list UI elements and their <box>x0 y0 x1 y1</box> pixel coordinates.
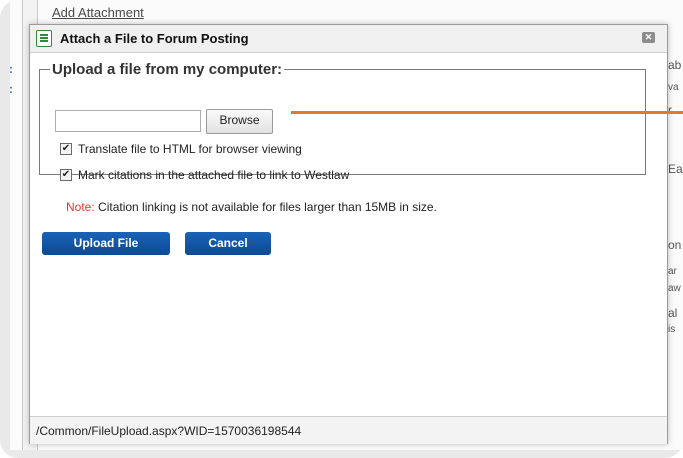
document-icon <box>36 30 52 47</box>
translate-html-label: Translate file to HTML for browser viewi… <box>78 141 302 156</box>
background-fragment: al <box>668 306 678 320</box>
add-attachment-link[interactable]: Add Attachment <box>52 5 144 20</box>
upload-fieldset: Upload a file from my computer: Browse ✔… <box>39 61 646 214</box>
background-marker: : <box>9 82 13 96</box>
file-path-input[interactable] <box>55 110 201 132</box>
cancel-button[interactable]: Cancel <box>185 232 271 255</box>
status-url: /Common/FileUpload.aspx?WID=157003619854… <box>36 424 302 438</box>
background-marker: : <box>9 62 13 76</box>
translate-html-option[interactable]: ✔ Translate file to HTML for browser view… <box>60 141 302 156</box>
mark-citations-checkbox[interactable]: ✔ <box>60 168 72 181</box>
status-bar: /Common/FileUpload.aspx?WID=157003619854… <box>30 416 667 444</box>
mark-citations-option[interactable]: ✔ Mark citations in the attached file to … <box>60 167 349 182</box>
close-icon[interactable]: ✕ <box>642 32 655 43</box>
background-fragment: ab <box>668 58 682 72</box>
translate-html-checkbox[interactable]: ✔ <box>60 142 72 155</box>
attach-file-dialog: Attach a File to Forum Posting ✕ Upload … <box>29 24 668 444</box>
upload-legend: Upload a file from my computer: <box>52 61 283 78</box>
background-fragment: ar <box>668 266 677 277</box>
background-fragment: r <box>668 103 672 117</box>
size-note: Note: Citation linking is not available … <box>66 200 437 214</box>
background-fragment: Eas <box>668 162 683 176</box>
background-fragment: va <box>668 82 679 93</box>
background-fragment: is <box>668 324 676 335</box>
note-key: Note: <box>66 200 95 214</box>
note-text: Citation linking is not available for fi… <box>98 200 437 214</box>
background-fragment: on <box>668 238 682 252</box>
upload-file-button[interactable]: Upload File <box>42 232 170 255</box>
background-fragment: aw <box>668 283 681 294</box>
dialog-title: Attach a File to Forum Posting <box>60 31 249 46</box>
mark-citations-label: Mark citations in the attached file to l… <box>78 167 350 182</box>
browse-button[interactable]: Browse <box>206 109 273 134</box>
callout-line <box>291 111 683 114</box>
dialog-titlebar: Attach a File to Forum Posting ✕ <box>30 25 667 53</box>
